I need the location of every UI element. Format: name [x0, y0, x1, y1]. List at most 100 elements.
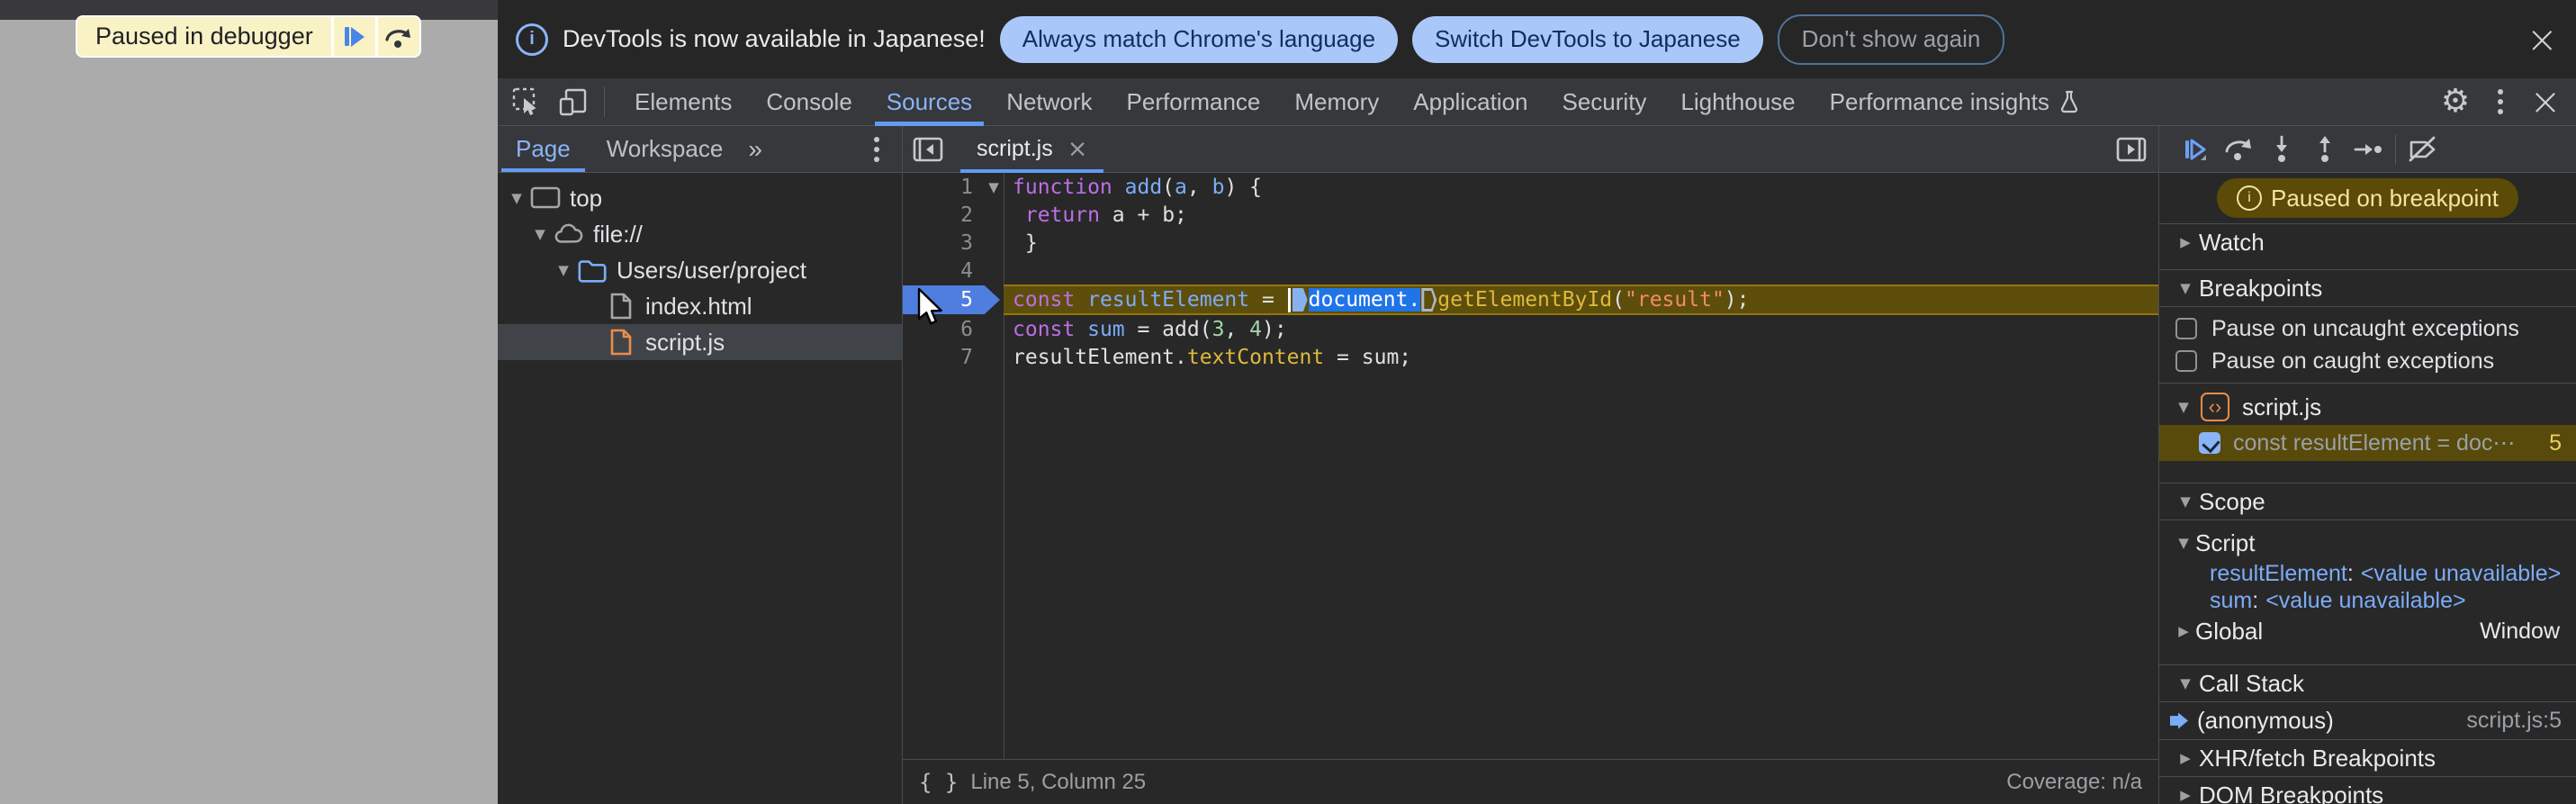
tree-item-file-origin[interactable]: ▼ file://: [498, 216, 902, 252]
checkbox-unchecked[interactable]: [2175, 350, 2197, 372]
step-out-button[interactable]: [2305, 130, 2345, 169]
tab-application[interactable]: Application: [1396, 78, 1545, 126]
tab-page[interactable]: Page: [498, 126, 589, 172]
code-line-3: 3 }: [903, 229, 2158, 257]
inspect-icon: [512, 87, 536, 115]
section-call-stack: ▼ Call Stack (anonymous) script.js:5: [2159, 664, 2576, 739]
dom-breakpoints-header[interactable]: ▶ DOM Breakpoints: [2159, 777, 2576, 804]
deactivate-breakpoints-button[interactable]: [2403, 130, 2443, 169]
tab-sources[interactable]: Sources: [869, 78, 989, 126]
inline-breakpoint-marker[interactable]: [1421, 288, 1437, 312]
pause-uncaught-exceptions-row[interactable]: Pause on uncaught exceptions: [2159, 312, 2576, 345]
coverage-status: Coverage: n/a: [2006, 769, 2142, 794]
step-over-icon: [2225, 138, 2251, 160]
switch-to-japanese-button[interactable]: Switch DevTools to Japanese: [1412, 15, 1763, 63]
line-number[interactable]: 4: [903, 259, 973, 283]
resume-script-button[interactable]: [2175, 130, 2215, 169]
tab-security[interactable]: Security: [1545, 78, 1664, 126]
infobar-close-button[interactable]: ×: [2526, 20, 2558, 59]
always-match-language-button[interactable]: Always match Chrome's language: [999, 15, 1399, 63]
page-step-over-button[interactable]: [377, 17, 419, 56]
tree-item-script-js[interactable]: script.js: [498, 324, 902, 360]
toggle-device-toolbar-button[interactable]: [554, 82, 593, 122]
folder-icon: [577, 256, 608, 285]
line-number[interactable]: 2: [903, 203, 973, 227]
tree-item-project-folder[interactable]: ▼ Users/user/project: [498, 252, 902, 288]
editor-tabstrip: script.js ×: [903, 126, 2158, 173]
tab-workspace[interactable]: Workspace: [589, 126, 742, 172]
checkbox-unchecked[interactable]: [2175, 318, 2197, 339]
current-frame-icon: [2170, 712, 2188, 729]
inline-breakpoint-marker-active[interactable]: [1292, 288, 1308, 312]
hide-navigator-button[interactable]: [908, 130, 948, 169]
watch-header[interactable]: ▶ Watch: [2159, 224, 2576, 260]
tree-item-top[interactable]: ▼ top: [498, 180, 902, 216]
scope-variable-row[interactable]: resultElement: <value unavailable>: [2159, 560, 2576, 587]
chevron-down-icon: ▼: [2178, 399, 2189, 415]
line-number[interactable]: 3: [903, 231, 973, 255]
close-tab-icon[interactable]: ×: [1067, 135, 1088, 163]
tab-console[interactable]: Console: [749, 78, 869, 126]
dont-show-again-button[interactable]: Don't show again: [1777, 14, 2005, 65]
code-line-5-paused: 5 const resultElement = document. getElem…: [903, 285, 2158, 315]
section-watch: ▶ Watch: [2159, 223, 2576, 260]
pause-caught-exceptions-row[interactable]: Pause on caught exceptions: [2159, 345, 2576, 377]
step-button[interactable]: [2348, 130, 2388, 169]
line-number[interactable]: 7: [903, 346, 973, 369]
divider: [2159, 383, 2576, 384]
step-into-icon: [2276, 135, 2287, 162]
more-options-button[interactable]: [2481, 82, 2520, 122]
more-tabs-button[interactable]: »: [741, 135, 770, 164]
checkbox-checked[interactable]: [2199, 432, 2220, 454]
info-icon: i: [516, 23, 548, 56]
paused-in-debugger-overlay: Paused in debugger: [76, 15, 421, 58]
page-resume-button[interactable]: [333, 17, 375, 56]
devtools-window: i DevTools is now available in Japanese!…: [498, 0, 2576, 804]
section-dom-breakpoints: ▶ DOM Breakpoints: [2159, 776, 2576, 804]
tab-network[interactable]: Network: [989, 78, 1109, 126]
section-xhr-breakpoints: ▶ XHR/fetch Breakpoints: [2159, 739, 2576, 776]
tab-performance-insights[interactable]: Performance insights: [1813, 78, 2097, 126]
show-debugger-sidebar-button[interactable]: [2112, 130, 2151, 169]
tab-lighthouse[interactable]: Lighthouse: [1663, 78, 1812, 126]
scope-global-row[interactable]: ▶ Global Window: [2159, 614, 2576, 648]
editor-status-bar: { } Line 5, Column 25 Coverage: n/a: [903, 759, 2158, 804]
tab-performance[interactable]: Performance: [1110, 78, 1278, 126]
chevron-down-icon: ▼: [2180, 493, 2191, 510]
toolbar-divider: [604, 86, 605, 117]
scope-script-row[interactable]: ▼ Script: [2159, 526, 2576, 560]
tab-memory[interactable]: Memory: [1277, 78, 1396, 126]
breakpoints-header[interactable]: ▼ Breakpoints: [2159, 270, 2576, 307]
text-caret: [1287, 287, 1291, 312]
settings-button[interactable]: ⚙: [2436, 82, 2475, 122]
tab-elements[interactable]: Elements: [617, 78, 749, 126]
inspect-element-button[interactable]: [507, 82, 546, 122]
editor-tab-script-js[interactable]: script.js ×: [960, 126, 1104, 173]
pretty-print-button[interactable]: { }: [919, 770, 958, 795]
call-stack-frame[interactable]: (anonymous) script.js:5: [2159, 702, 2576, 739]
file-icon: [606, 292, 636, 321]
chevron-right-icon: ▶: [2180, 787, 2191, 803]
infobar-message: DevTools is now available in Japanese!: [563, 25, 986, 52]
deactivate-breakpoints-icon: [2409, 136, 2436, 161]
kebab-icon: [2498, 89, 2503, 114]
scope-variable-row[interactable]: sum: <value unavailable>: [2159, 587, 2576, 614]
step-into-button[interactable]: [2262, 130, 2301, 169]
call-stack-header[interactable]: ▼ Call Stack: [2159, 665, 2576, 702]
scope-header[interactable]: ▼ Scope: [2159, 483, 2576, 520]
cursor-position-status: Line 5, Column 25: [970, 769, 1147, 794]
paused-in-debugger-label: Paused in debugger: [77, 17, 331, 56]
close-devtools-button[interactable]: ×: [2526, 82, 2565, 122]
line-number[interactable]: 1: [903, 176, 973, 199]
code-line-6: 6 const sum = add(3, 4);: [903, 315, 2158, 343]
fold-arrow-icon[interactable]: ▼: [984, 179, 1004, 195]
navigator-sidebar: Page Workspace » ▼ top ▼ file:// ▼ Users…: [498, 126, 903, 804]
step-over-button[interactable]: [2219, 130, 2258, 169]
breakpoint-file-group[interactable]: ▼ ‹› script.js: [2159, 389, 2576, 425]
tree-item-index-html[interactable]: index.html: [498, 288, 902, 324]
mouse-cursor: [911, 286, 949, 330]
code-editor[interactable]: 1 ▼ function add(a, b) { 2 return a + b;…: [903, 173, 2158, 759]
navigator-menu-button[interactable]: [857, 130, 896, 169]
xhr-breakpoints-header[interactable]: ▶ XHR/fetch Breakpoints: [2159, 740, 2576, 776]
breakpoint-entry[interactable]: const resultElement = doc⋯ 5: [2159, 425, 2576, 461]
